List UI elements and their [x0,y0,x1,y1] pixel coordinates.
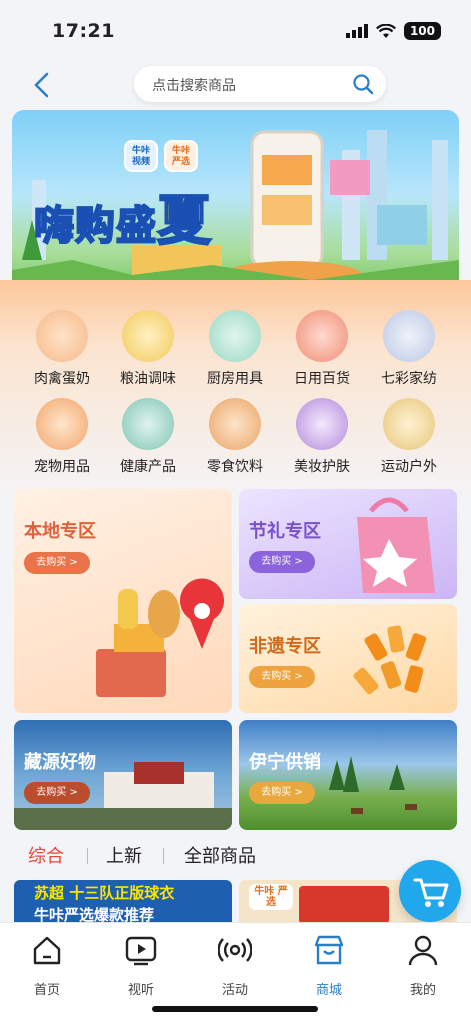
select-badge: 牛咔 严选 [164,140,198,172]
home-icon [33,936,61,965]
category-label: 日用百货 [294,371,350,387]
grain-oil-icon [122,310,174,362]
potala-palace-illustration [14,762,232,830]
cart-button[interactable] [399,860,461,922]
category-meat-eggs-milk[interactable]: 肉禽蛋奶 [17,310,107,388]
tab-activity-label: 活动 [221,983,248,998]
gift-bag-illustration [357,497,435,593]
cellular-signal-icon [345,24,368,38]
home-indicator [152,1006,318,1012]
tab-activity[interactable]: 活动 [205,933,265,998]
banner-title-main: 嗨购盛 [33,202,157,250]
product-jersey-title: 苏超 十三队正版球衣 [34,884,175,902]
category-daily-goods[interactable]: 日用百货 [277,310,367,388]
banner-title: 嗨购盛夏 [33,176,212,255]
category-label: 粮油调味 [120,371,176,387]
video-badge: 牛咔 视频 [124,140,158,172]
category-pet-supplies[interactable]: 宠物用品 [17,398,107,476]
tab-new[interactable]: 上新 [106,842,142,868]
tab-video[interactable]: 视听 [111,933,171,998]
zone-tibet-title: 藏源好物 [24,752,96,773]
tab-profile[interactable]: 我的 [393,933,453,998]
search-placeholder: 点击搜索商品 [152,78,236,94]
zone-festival-card[interactable]: 节礼专区 去购买 > [239,489,457,599]
tab-mall-label: 商城 [315,983,342,998]
product-card-jersey[interactable]: 苏超 十三队正版球衣 牛咔严选爆款推荐 [14,880,232,924]
tab-profile-label: 我的 [409,983,436,998]
category-health-products[interactable]: 健康产品 [103,398,193,476]
firecracker-illustration [353,625,427,695]
product-jersey-subtitle: 牛咔严选爆款推荐 [34,906,155,924]
category-label: 厨房用具 [207,371,263,387]
zone-yining-card[interactable]: 伊宁供销 去购买 > [239,720,457,830]
tab-home-label: 首页 [33,983,60,998]
tab-home[interactable]: 首页 [17,933,77,998]
back-arrow-icon[interactable] [28,70,58,100]
tab-all-products[interactable]: 全部商品 [184,842,256,868]
category-label: 七彩家纺 [381,371,437,387]
category-home-textile[interactable]: 七彩家纺 [364,310,454,388]
battery-indicator: 100 [403,22,441,40]
snacks-drinks-icon [209,398,261,450]
product-image [299,886,389,924]
search-icon[interactable] [352,73,374,95]
category-label: 宠物用品 [34,459,90,475]
category-label: 健康产品 [120,459,176,475]
promo-banner[interactable]: 牛咔 视频 牛咔 严选 嗨购盛夏 [12,110,459,300]
status-icons: 100 [345,22,441,40]
search-bar[interactable]: 点击搜索商品 [134,66,386,102]
cart-icon [413,878,449,907]
store-icon [314,935,344,965]
home-textile-icon [383,310,435,362]
category-beauty-skincare[interactable]: 美妆护肤 [277,398,367,476]
zone-tibet-buy-button[interactable]: 去购买 > [24,782,90,804]
tab-divider [163,848,164,864]
wifi-icon [375,23,396,38]
banner-title-highlight: 夏 [156,188,212,253]
status-time: 17:21 [52,20,115,42]
beauty-skincare-icon [296,398,348,450]
pet-supplies-icon [36,398,88,450]
category-label: 美妆护肤 [294,459,350,475]
select-badge: 牛咔 严选 [249,884,293,910]
health-products-icon [122,398,174,450]
tab-mall[interactable]: 商城 [299,933,359,998]
status-bar: 17:21 100 [0,0,471,60]
profile-icon [408,935,438,966]
category-label: 肉禽蛋奶 [34,371,90,387]
daily-goods-icon [296,310,348,362]
category-sports-outdoor[interactable]: 运动户外 [364,398,454,476]
zone-yining-buy-button[interactable]: 去购买 > [249,782,315,804]
category-label: 零食饮料 [207,459,263,475]
zone-tibet-card[interactable]: 藏源好物 去购买 > [14,720,232,830]
tab-video-label: 视听 [127,983,154,998]
category-kitchenware[interactable]: 厨房用具 [190,310,280,388]
zone-yining-title: 伊宁供销 [249,752,321,773]
kitchenware-icon [209,310,261,362]
tab-divider [87,848,88,864]
broadcast-icon [217,938,253,962]
top-header: 点击搜索商品 [0,60,471,110]
zone-heritage-card[interactable]: 非遗专区 去购买 > [239,604,457,713]
meat-eggs-milk-icon [36,310,88,362]
tab-comprehensive[interactable]: 综合 [28,842,64,868]
video-play-icon [125,936,157,966]
grassland-illustration [329,756,417,814]
local-goods-illustration [96,578,224,697]
category-grain-oil[interactable]: 粮油调味 [103,310,193,388]
category-label: 运动户外 [381,459,437,475]
zone-local-card[interactable]: 本地专区 去购买 > [14,489,232,713]
sports-outdoor-icon [383,398,435,450]
category-snacks-drinks[interactable]: 零食饮料 [190,398,280,476]
